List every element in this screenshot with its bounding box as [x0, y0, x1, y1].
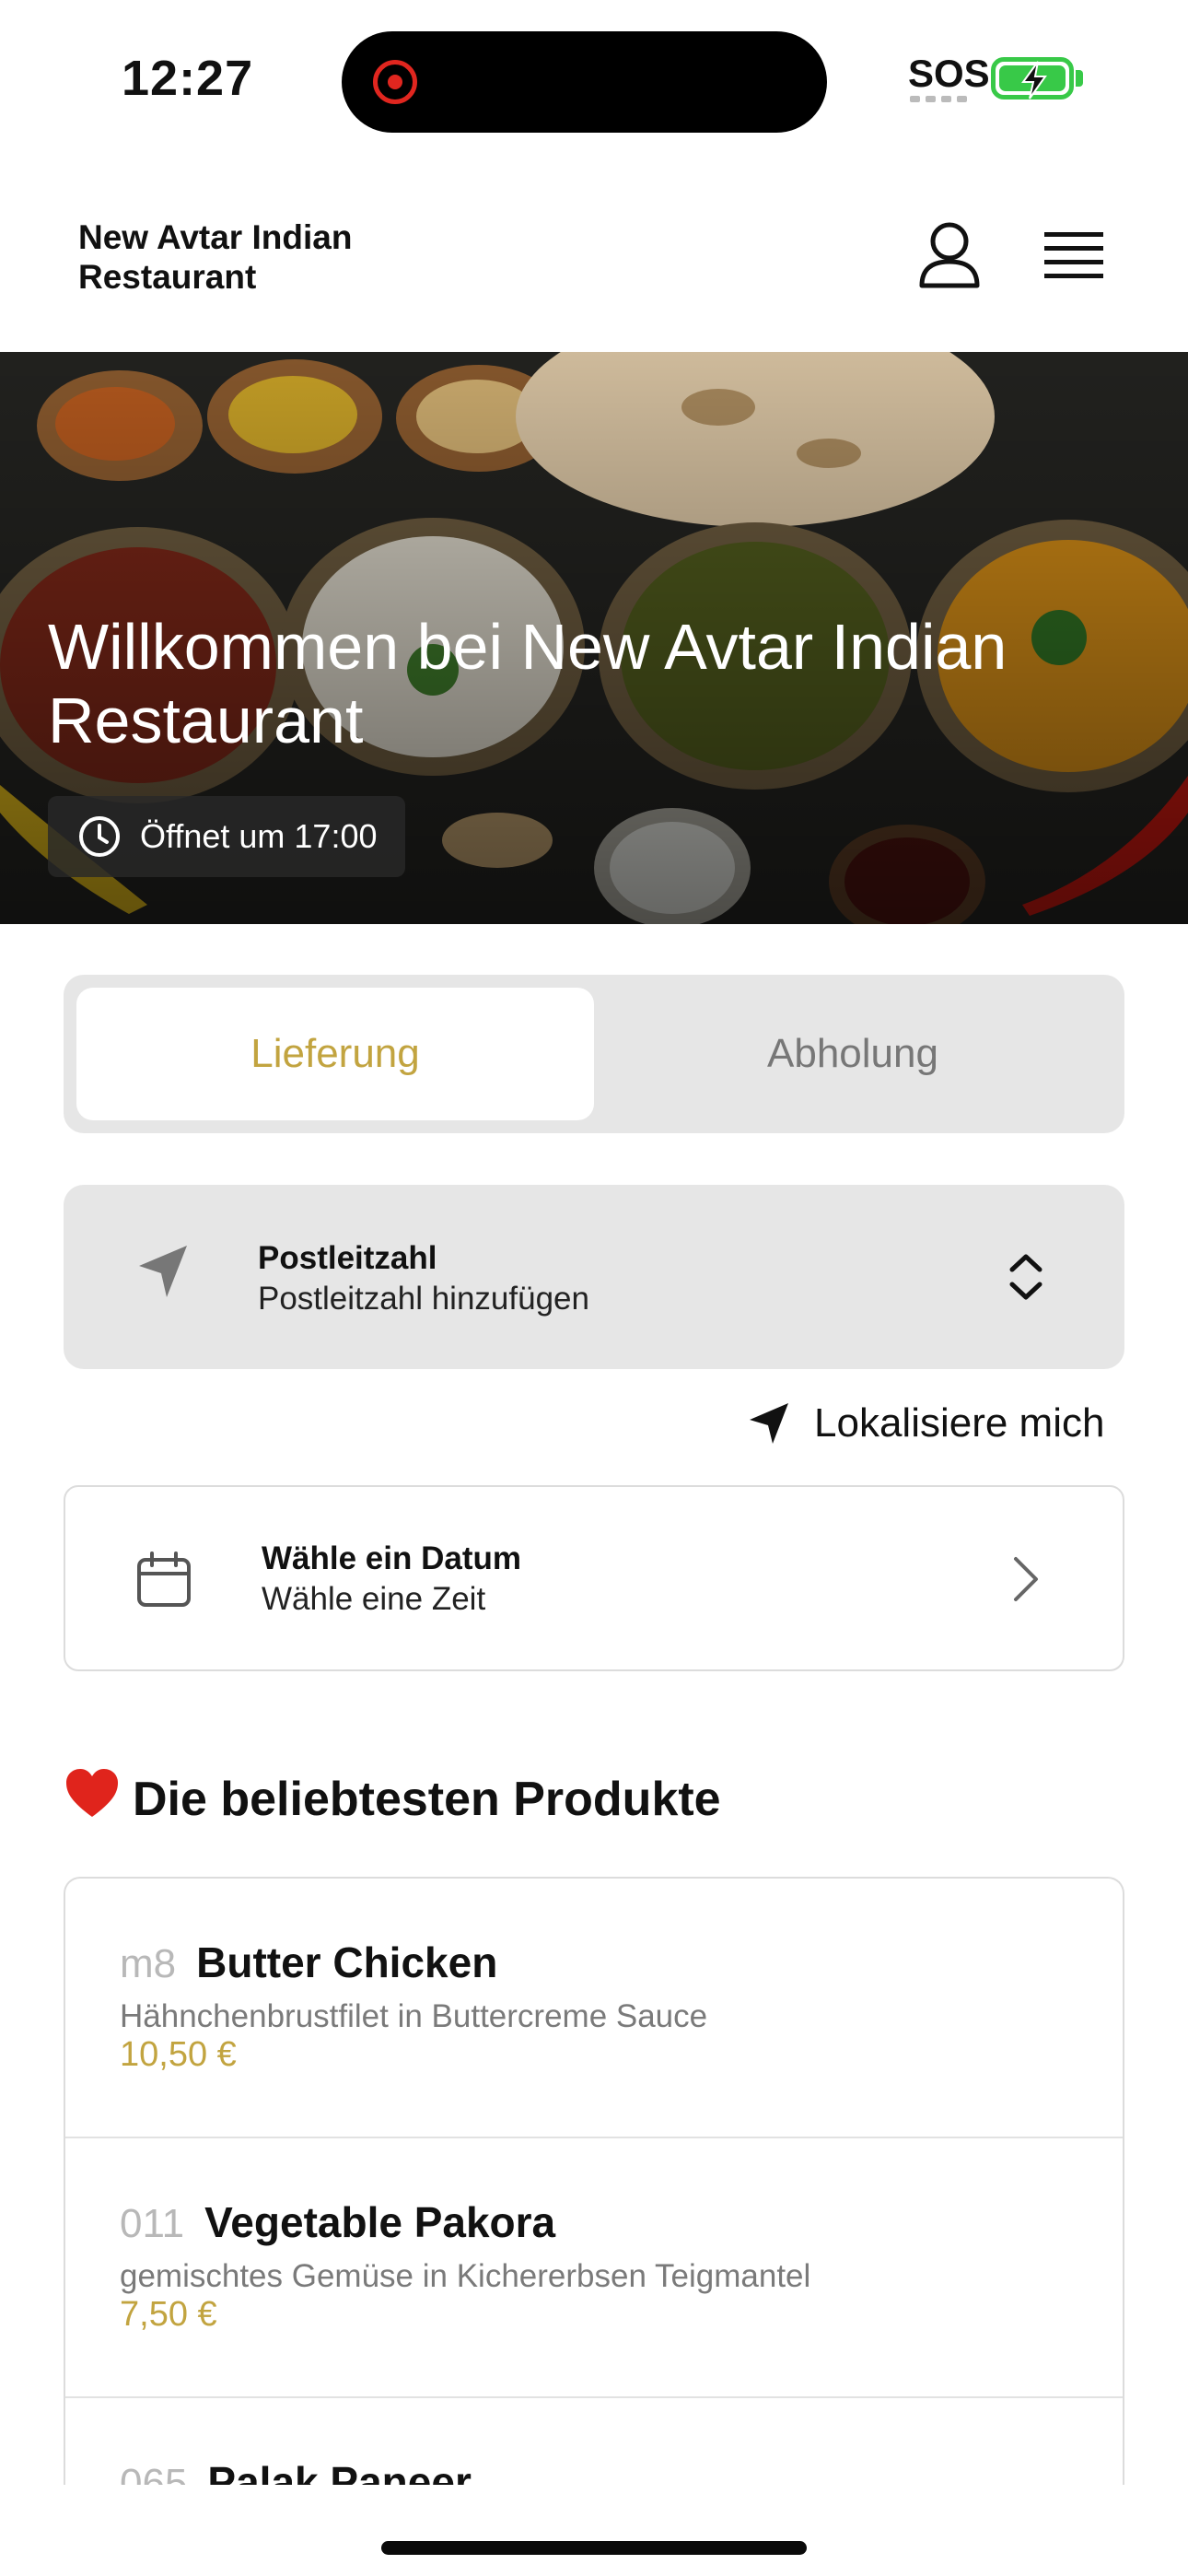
product-code: 011 — [120, 2201, 185, 2246]
restaurant-name[interactable]: New Avtar Indian Restaurant — [78, 217, 410, 297]
product-name: Vegetable Pakora — [204, 2198, 556, 2246]
account-button[interactable] — [917, 221, 982, 289]
product-item[interactable]: 065 Palak Paneer — [65, 2398, 1123, 2485]
product-item[interactable]: m8 Butter Chicken Hähnchenbrustfilet in … — [65, 1879, 1123, 2138]
date-label: Wähle ein Datum — [262, 1540, 521, 1576]
product-name: Palak Paneer — [207, 2458, 472, 2485]
product-item[interactable]: 011 Vegetable Pakora gemischtes Gemüse i… — [65, 2138, 1123, 2398]
chevron-right-icon — [1014, 1557, 1038, 1601]
locate-me-button[interactable]: Lokalisiere mich — [748, 1400, 1104, 1446]
navigation-arrow-icon — [750, 1403, 788, 1444]
calendar-icon — [137, 1551, 191, 1607]
product-code: 065 — [120, 2461, 188, 2485]
product-list: m8 Butter Chicken Hähnchenbrustfilet in … — [64, 1877, 1124, 2485]
date-time-selector[interactable]: Wähle ein Datum Wähle eine Zeit — [64, 1485, 1124, 1671]
opening-hours-badge: Öffnet um 17:00 — [48, 796, 405, 877]
recording-icon — [373, 60, 417, 104]
postal-code-placeholder: Postleitzahl hinzufügen — [258, 1281, 589, 1317]
locate-me-label: Lokalisiere mich — [814, 1400, 1105, 1446]
signal-dots-icon — [910, 96, 967, 102]
opening-hours-text: Öffnet um 17:00 — [140, 817, 378, 855]
battery-icon — [991, 57, 1074, 100]
popular-products-title: Die beliebtesten Produkte — [133, 1772, 721, 1826]
battery-cap — [1076, 70, 1083, 87]
hamburger-icon — [1044, 232, 1103, 278]
status-time: 12:27 — [122, 51, 254, 106]
user-icon — [919, 222, 980, 288]
time-label: Wähle eine Zeit — [262, 1581, 486, 1617]
location-arrow-icon — [139, 1246, 187, 1297]
postal-code-label: Postleitzahl — [258, 1240, 437, 1276]
status-bar: 12:27 SOS — [0, 0, 1188, 157]
sos-indicator: SOS — [908, 52, 990, 95]
popular-products-heading: Die beliebtesten Produkte — [64, 1767, 721, 1831]
product-description: gemischtes Gemüse in Kichererbsen Teigma… — [120, 2258, 811, 2294]
tab-pickup[interactable]: Abholung — [594, 988, 1112, 1120]
postal-code-field[interactable]: Postleitzahl Postleitzahl hinzufügen — [64, 1185, 1124, 1369]
product-description: Hähnchenbrustfilet in Buttercreme Sauce — [120, 1998, 708, 2034]
heart-icon — [64, 1767, 120, 1831]
product-price: 7,50 € — [120, 2295, 217, 2334]
order-type-toggle: Lieferung Abholung — [64, 975, 1124, 1133]
app-header: New Avtar Indian Restaurant — [0, 157, 1188, 352]
home-indicator[interactable] — [381, 2541, 807, 2555]
chevron-up-down-icon — [1009, 1254, 1042, 1300]
clock-icon — [79, 816, 120, 857]
dynamic-island — [342, 31, 827, 133]
menu-button[interactable] — [1044, 230, 1103, 282]
product-price: 10,50 € — [120, 2035, 237, 2074]
tab-delivery[interactable]: Lieferung — [76, 988, 594, 1120]
hero-title: Willkommen bei New Avtar Indian Restaura… — [48, 611, 1007, 756]
product-code: m8 — [120, 1941, 177, 1986]
hero-banner: Willkommen bei New Avtar Indian Restaura… — [0, 352, 1188, 924]
product-name: Butter Chicken — [196, 1938, 498, 1986]
